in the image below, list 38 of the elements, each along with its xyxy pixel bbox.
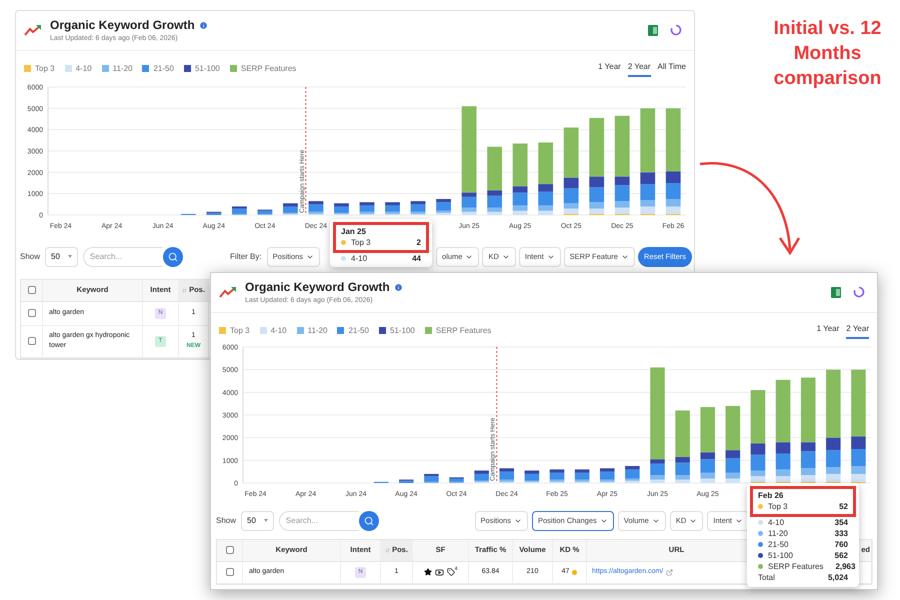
legend-label: 21-50 [348,324,369,336]
tooltip-value: 760 [834,538,848,550]
tooltip-total-value: 5,024 [828,572,848,584]
tooltip-label: Top 3 [768,500,788,512]
legend-label: 4-10 [270,324,287,336]
card-title: Organic Keyword Growth [50,17,195,34]
tooltip-label: SERP Features [768,560,824,572]
legend-label: SERP Features [436,324,492,336]
tooltip-value: 2,963 [835,560,856,572]
tooltip-label: Top 3 [351,236,371,248]
legend-label: 51-100 [390,324,415,336]
legend-label: 4-10 [76,62,92,74]
tooltip-label: 21-50 [768,538,788,550]
card-title: Organic Keyword Growth [245,279,390,296]
filter-label: Filter By: [230,250,262,262]
tooltip-value: 44 [412,252,421,264]
tooltip-label: 4-10 [768,516,784,528]
tooltip-value: 354 [834,516,848,528]
tooltip-value: 333 [834,528,848,540]
tooltip-label: 4-10 [351,252,368,264]
legend-label: 21-50 [153,62,174,74]
tooltip-value: 562 [834,550,848,562]
legend-label: 11-20 [112,62,132,74]
legend-label: Top 3 [230,324,250,336]
tooltip-value: 52 [839,500,848,512]
tooltip-label: 51-100 [768,550,793,562]
tooltip-value: 2 [416,236,421,248]
legend-label: SERP Features [240,62,296,74]
legend-label: 51-100 [194,62,220,74]
tooltip-title: Feb 26 [758,491,784,501]
tooltip-total-label: Total [758,572,775,584]
tooltip-label: 11-20 [768,528,788,540]
show-label: Show [216,514,236,526]
tooltip-title: Jan 25 [341,227,367,237]
legend-label: Top 3 [35,62,55,74]
legend-label: 11-20 [308,324,328,336]
annotation-text: Initial vs. 12 Months comparison [772,17,882,91]
show-label: Show [20,250,40,262]
